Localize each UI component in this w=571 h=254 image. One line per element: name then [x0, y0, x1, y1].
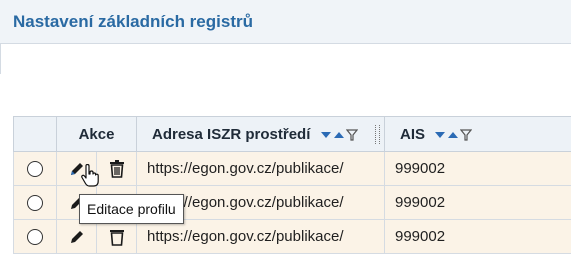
panel-header: Nastavení základních registrů — [0, 0, 571, 44]
table-row[interactable]: https://egon.gov.cz/publikace/ 999002 — [14, 220, 571, 254]
column-header-select — [14, 117, 57, 152]
trash-icon[interactable] — [109, 160, 125, 178]
edit-button[interactable] — [57, 220, 96, 253]
panel-title: Nastavení základních registrů — [13, 12, 253, 32]
row-radio[interactable] — [27, 195, 43, 211]
address-cell: https://egon.gov.cz/publikace/ — [137, 220, 385, 254]
edit-tooltip: Editace profilu — [79, 194, 184, 224]
pencil-icon[interactable] — [68, 228, 86, 246]
column-header-address-label[interactable]: Adresa ISZR prostředí — [152, 126, 310, 143]
row-radio[interactable] — [27, 229, 43, 245]
filter-icon[interactable] — [346, 129, 358, 141]
delete-button[interactable] — [96, 220, 136, 253]
ais-cell: 999002 — [385, 186, 571, 220]
address-cell: https://egon.gov.cz/publikace/ — [137, 152, 385, 186]
filter-icon[interactable] — [460, 129, 472, 141]
table-header-row: Akce Adresa ISZR prostředí AIS — [14, 117, 571, 152]
column-header-actions-label: Akce — [79, 126, 115, 143]
row-actions-cell — [57, 220, 137, 254]
column-resize-handle[interactable] — [375, 125, 380, 144]
row-select-cell[interactable] — [14, 220, 57, 254]
row-radio[interactable] — [27, 161, 43, 177]
hand-pointer-icon — [80, 164, 100, 188]
sort-arrows-icon[interactable] — [435, 130, 459, 140]
column-header-ais-label[interactable]: AIS — [400, 126, 425, 143]
panel-border — [0, 44, 1, 74]
column-header-ais[interactable]: AIS — [385, 117, 571, 152]
row-select-cell[interactable] — [14, 186, 57, 220]
trash-icon[interactable] — [109, 228, 125, 246]
ais-cell: 999002 — [385, 152, 571, 186]
sort-arrows-icon[interactable] — [321, 130, 345, 140]
column-header-actions: Akce — [57, 117, 137, 152]
column-header-address[interactable]: Adresa ISZR prostředí — [137, 117, 385, 152]
ais-cell: 999002 — [385, 220, 571, 254]
delete-button[interactable] — [96, 152, 136, 185]
row-select-cell[interactable] — [14, 152, 57, 186]
